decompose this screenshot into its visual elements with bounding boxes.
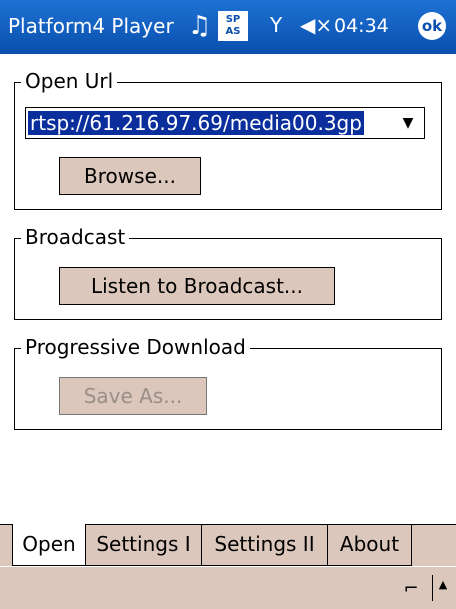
tab-settings-1[interactable]: Settings I <box>86 524 202 566</box>
menu-bar: ⌐ ▲ <box>0 566 456 609</box>
sp-icon[interactable]: SP AS <box>218 11 248 41</box>
browse-button[interactable]: Browse... <box>59 157 201 195</box>
signal-icon[interactable]: Y <box>270 12 282 38</box>
progressive-download-group: Progressive Download Save As... <box>14 335 442 430</box>
up-arrow-icon[interactable]: ▲ <box>432 575 453 601</box>
tab-about[interactable]: About <box>328 524 412 566</box>
speaker-muted-icon[interactable]: ◀× <box>300 12 332 38</box>
broadcast-group: Broadcast Listen to Broadcast... <box>14 225 442 320</box>
tab-settings-2[interactable]: Settings II <box>202 524 328 566</box>
url-field[interactable]: rtsp://61.216.97.69/media00.3gp <box>28 111 364 135</box>
title-bar: Platform4 Player ♫ SP AS Y ◀× 04:34 ok <box>0 0 456 54</box>
app-title: Platform4 Player <box>8 14 174 38</box>
open-url-legend: Open Url <box>21 69 118 93</box>
chevron-down-icon[interactable]: ▼ <box>396 110 420 136</box>
url-combobox[interactable]: rtsp://61.216.97.69/media00.3gp ▼ <box>25 107 425 139</box>
save-as-button: Save As... <box>59 377 207 415</box>
progressive-download-legend: Progressive Download <box>21 335 250 359</box>
clock[interactable]: 04:34 <box>334 14 389 38</box>
ok-button[interactable]: ok <box>418 12 446 40</box>
listen-broadcast-button[interactable]: Listen to Broadcast... <box>59 267 335 305</box>
keyboard-icon[interactable]: ⌐ <box>398 577 424 601</box>
music-icon[interactable]: ♫ <box>188 12 211 40</box>
tab-bar: Open Settings I Settings II About <box>0 524 456 566</box>
tab-open[interactable]: Open <box>12 524 86 566</box>
open-url-group: Open Url rtsp://61.216.97.69/media00.3gp… <box>14 69 442 210</box>
broadcast-legend: Broadcast <box>21 225 130 249</box>
